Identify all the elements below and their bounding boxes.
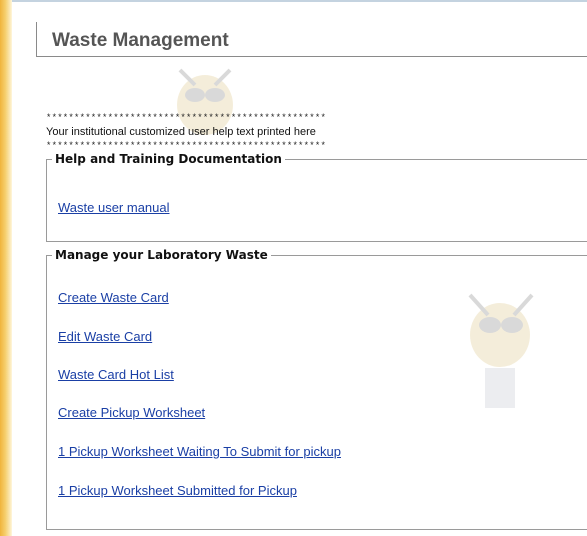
help-training-legend: Help and Training Documentation: [55, 152, 282, 166]
pickup-worksheet-waiting-link[interactable]: 1 Pickup Worksheet Waiting To Submit for…: [58, 444, 341, 459]
help-training-section: Help and Training Documentation: [46, 152, 587, 242]
custom-help-text: Your institutional customized user help …: [46, 126, 316, 138]
page-title: Waste Management: [52, 30, 229, 51]
waste-user-manual-link[interactable]: Waste user manual: [58, 200, 170, 215]
manage-waste-legend: Manage your Laboratory Waste: [55, 248, 268, 262]
pickup-worksheet-submitted-link[interactable]: 1 Pickup Worksheet Submitted for Pickup: [58, 483, 297, 498]
top-border: [12, 0, 587, 2]
left-accent-bar: [0, 0, 12, 536]
create-waste-card-link[interactable]: Create Waste Card: [58, 290, 169, 305]
stars-top: ****************************************…: [46, 113, 327, 123]
stars-bottom: ****************************************…: [46, 141, 327, 151]
page-header: Waste Management: [36, 22, 587, 57]
edit-waste-card-link[interactable]: Edit Waste Card: [58, 329, 152, 344]
create-pickup-worksheet-link[interactable]: Create Pickup Worksheet: [58, 405, 205, 420]
waste-card-hot-list-link[interactable]: Waste Card Hot List: [58, 367, 174, 382]
